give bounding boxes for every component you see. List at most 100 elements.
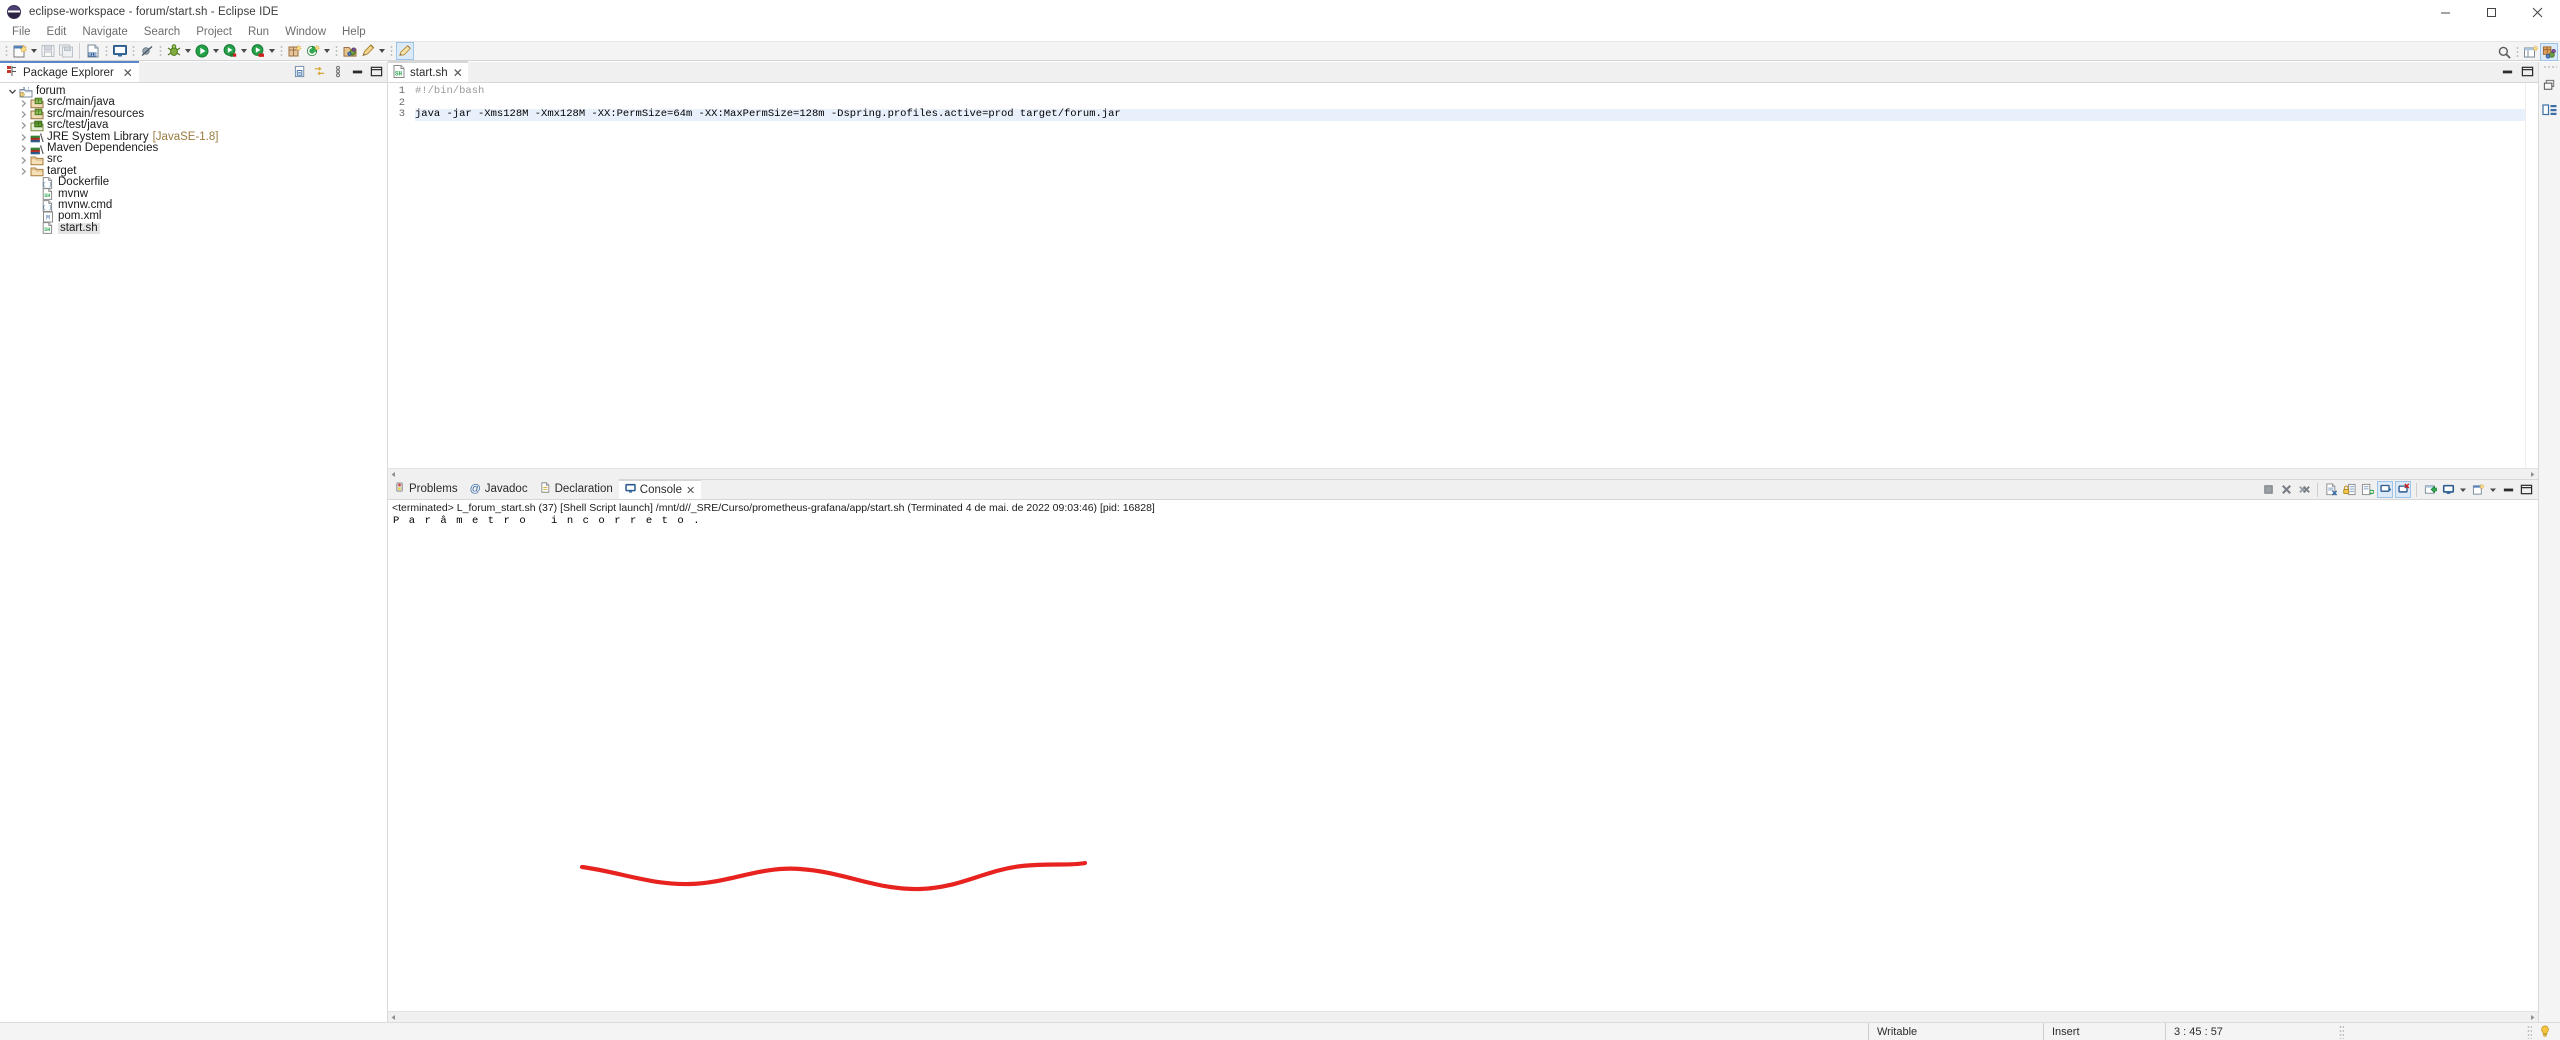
terminate-icon[interactable] xyxy=(2260,481,2276,498)
new-console-dropdown-arrow[interactable] xyxy=(2488,481,2498,498)
chevron-right-icon[interactable] xyxy=(17,132,30,143)
menu-help[interactable]: Help xyxy=(334,24,374,41)
tree-item-pom-xml[interactable]: Mpom.xml xyxy=(0,210,387,223)
quick-access-search-icon[interactable] xyxy=(2495,43,2513,61)
view-menu-icon[interactable] xyxy=(330,63,346,80)
tab-declaration[interactable]: Declaration xyxy=(533,479,619,499)
run-dropdown-arrow[interactable] xyxy=(211,42,221,60)
scroll-left-arrow[interactable] xyxy=(388,1012,399,1023)
new-wizard-dropdown-arrow[interactable] xyxy=(29,42,39,60)
clear-console-icon[interactable] xyxy=(2323,481,2339,498)
overview-ruler[interactable] xyxy=(2525,83,2538,468)
maximize-icon[interactable] xyxy=(368,63,384,80)
status-bar-grip[interactable] xyxy=(2527,1024,2532,1039)
menu-edit[interactable]: Edit xyxy=(39,24,75,41)
restore-icon[interactable] xyxy=(2541,76,2559,94)
lightbulb-icon[interactable] xyxy=(2536,1025,2554,1038)
menu-run[interactable]: Run xyxy=(240,24,277,41)
menu-search[interactable]: Search xyxy=(136,24,188,41)
tree-item-start-sh[interactable]: SH start.sh xyxy=(0,222,387,235)
console-output-area[interactable]: <terminated> L_forum_start.sh (37) [Shel… xyxy=(388,500,2538,1011)
skip-breakpoints-icon[interactable] xyxy=(138,42,156,60)
package-explorer-shortcut-icon[interactable] xyxy=(2541,101,2559,119)
open-console-icon[interactable] xyxy=(2422,481,2438,498)
menu-project[interactable]: Project xyxy=(188,24,240,41)
tab-package-explorer[interactable]: Package Explorer ✕ xyxy=(0,61,139,82)
project-tree[interactable]: M J! forum src/main/java src/main/resources s… xyxy=(0,83,387,1022)
menu-navigate[interactable]: Navigate xyxy=(74,24,135,41)
menu-file[interactable]: File xyxy=(4,24,39,41)
scroll-left-arrow[interactable] xyxy=(388,469,399,480)
chevron-right-icon[interactable] xyxy=(17,109,30,120)
close-button[interactable] xyxy=(2514,0,2560,24)
run-icon[interactable] xyxy=(193,42,211,60)
new-wizard-icon[interactable] xyxy=(11,42,29,60)
toolbar-grip[interactable] xyxy=(2515,45,2520,59)
debug-dropdown-arrow[interactable] xyxy=(183,42,193,60)
link-with-editor-icon[interactable] xyxy=(311,63,327,80)
chevron-right-icon[interactable] xyxy=(17,166,30,177)
code-line[interactable]: java -jar -Xms128M -Xmx128M -XX:PermSize… xyxy=(415,109,2525,121)
toolbar-grip[interactable] xyxy=(131,44,136,58)
display-selected-console-icon[interactable] xyxy=(2395,481,2411,498)
status-bar-grip[interactable] xyxy=(2339,1024,2344,1039)
tree-item-dockerfile[interactable]: { } Dockerfile xyxy=(0,176,387,189)
close-icon[interactable]: ✕ xyxy=(123,66,133,80)
minimize-button[interactable] xyxy=(2422,0,2468,24)
scroll-right-arrow[interactable] xyxy=(2527,1012,2538,1023)
maximize-icon[interactable] xyxy=(2518,481,2534,498)
chevron-right-icon[interactable] xyxy=(17,97,30,108)
tab-problems[interactable]: Problems xyxy=(388,479,464,499)
chevron-down-icon[interactable] xyxy=(6,86,19,97)
close-icon[interactable]: ✕ xyxy=(453,66,463,80)
code-content[interactable]: #!/bin/bash java -jar -Xms128M -Xmx128M … xyxy=(409,83,2525,468)
tab-start-sh[interactable]: SH start.sh ✕ xyxy=(388,61,468,82)
new-package-icon[interactable] xyxy=(286,42,304,60)
word-wrap-icon[interactable] xyxy=(2359,481,2375,498)
minimize-icon[interactable] xyxy=(349,63,365,80)
console-view-menu-icon[interactable] xyxy=(2440,481,2456,498)
open-type-icon[interactable] xyxy=(341,42,359,60)
new-class-icon[interactable] xyxy=(304,42,322,60)
tab-javadoc[interactable]: @ Javadoc xyxy=(463,479,534,499)
java-perspective-icon[interactable] xyxy=(2540,43,2558,61)
new-class-dropdown-arrow[interactable] xyxy=(322,42,332,60)
perspective-bar-grip[interactable] xyxy=(2542,65,2557,69)
code-line[interactable]: #!/bin/bash xyxy=(415,85,2525,98)
chevron-right-icon[interactable] xyxy=(17,154,30,165)
close-icon[interactable]: ✕ xyxy=(686,484,695,497)
remove-all-terminated-icon[interactable] xyxy=(2296,481,2312,498)
coverage-dropdown-arrow[interactable] xyxy=(267,42,277,60)
toolbar-grip[interactable] xyxy=(334,44,339,58)
code-editor[interactable]: 123 #!/bin/bash java -jar -Xms128M -Xmx1… xyxy=(388,83,2538,468)
edit-highlight-icon[interactable] xyxy=(396,42,414,60)
scroll-lock-icon[interactable] xyxy=(2341,481,2357,498)
external-tools-dropdown-arrow[interactable] xyxy=(239,42,249,60)
minimize-icon[interactable] xyxy=(2499,63,2515,80)
console-horizontal-scrollbar[interactable] xyxy=(388,1011,2538,1022)
tab-console[interactable]: Console ✕ xyxy=(618,479,702,499)
maximize-button[interactable] xyxy=(2468,0,2514,24)
toolbar-grip[interactable] xyxy=(4,44,9,58)
save-all-icon[interactable] xyxy=(57,42,75,60)
maximize-icon[interactable] xyxy=(2519,63,2535,80)
run-external-tools-icon[interactable] xyxy=(221,42,239,60)
search-annotation-dropdown-arrow[interactable] xyxy=(377,42,387,60)
remove-launch-icon[interactable] xyxy=(2278,481,2294,498)
minimize-icon[interactable] xyxy=(2500,481,2516,498)
console-dropdown-arrow[interactable] xyxy=(2458,481,2468,498)
menu-window[interactable]: Window xyxy=(277,24,334,41)
toolbar-grip[interactable] xyxy=(104,44,109,58)
open-perspective-icon[interactable] xyxy=(2522,43,2540,61)
toolbar-grip[interactable] xyxy=(389,44,394,58)
chevron-right-icon[interactable] xyxy=(17,120,30,131)
toolbar-grip[interactable] xyxy=(279,44,284,58)
tree-item-src-test-java[interactable]: src/test/java xyxy=(0,119,387,131)
toolbar-grip[interactable] xyxy=(158,44,163,58)
new-console-view-icon[interactable] xyxy=(2470,481,2486,498)
pin-console-icon[interactable] xyxy=(2377,481,2393,498)
coverage-icon[interactable] xyxy=(249,42,267,60)
open-console-icon[interactable] xyxy=(111,42,129,60)
debug-icon[interactable] xyxy=(165,42,183,60)
save-icon[interactable] xyxy=(39,42,57,60)
